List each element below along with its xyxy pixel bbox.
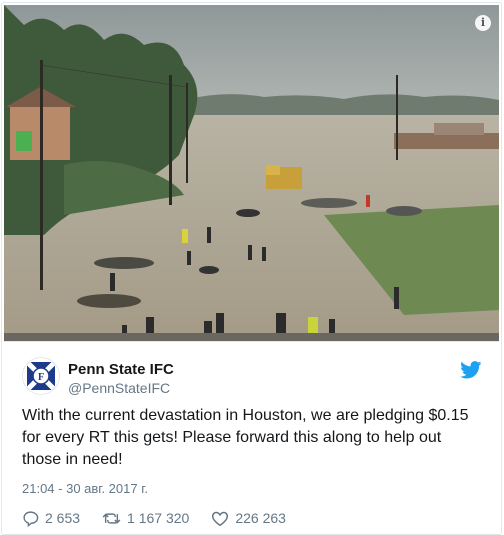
info-icon[interactable]: i (475, 15, 491, 31)
tweet-header: F Penn State IFC @PennStateIFC (22, 355, 482, 396)
heart-icon (212, 511, 229, 526)
twitter-bird-icon[interactable] (460, 361, 482, 379)
tweet-photo[interactable]: i (4, 5, 499, 342)
tweet-text: With the current devastation in Houston,… (22, 407, 469, 468)
like-button[interactable]: 226 263 (211, 510, 286, 527)
user-handle[interactable]: @PennStateIFC (68, 380, 170, 396)
avatar[interactable]: F (22, 357, 60, 395)
tweet-card[interactable]: i F Penn State IFC @PennStateIFC With th… (1, 2, 502, 535)
avatar-letter: F (38, 372, 44, 383)
like-count: 226 263 (235, 510, 286, 526)
flood-photo (4, 5, 499, 341)
tweet-actions: 2 653 1 167 320 226 263 (22, 508, 308, 528)
tweet-timestamp[interactable]: 21:04 - 30 авг. 2017 г. (22, 481, 148, 496)
display-name[interactable]: Penn State IFC (68, 361, 174, 378)
reply-icon (23, 510, 39, 527)
retweet-icon (102, 512, 121, 524)
retweet-count: 1 167 320 (127, 510, 190, 526)
reply-button[interactable]: 2 653 (22, 510, 80, 527)
retweet-button[interactable]: 1 167 320 (102, 510, 189, 527)
penn-state-ifc-logo-icon: F (23, 358, 59, 394)
reply-count: 2 653 (45, 510, 81, 526)
